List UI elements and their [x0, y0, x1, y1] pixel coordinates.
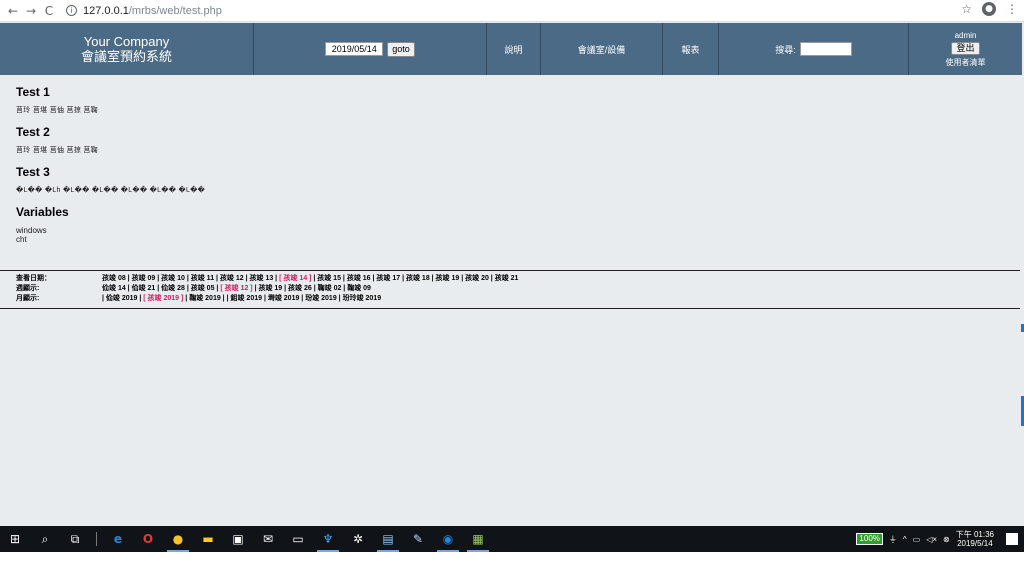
- clock-date: 2019/5/14: [957, 539, 993, 548]
- url-path: /mrbs/web/test.php: [128, 4, 222, 17]
- user-name[interactable]: admin: [955, 31, 977, 40]
- search-icon[interactable]: ⌕: [30, 526, 60, 552]
- date-navigation: 查看日期： 孩竣 08 | 孩竣 09 | 孩竣 10 | 孩竣 11 | 孩竣…: [0, 270, 1020, 309]
- battery-indicator[interactable]: 100%: [856, 533, 883, 545]
- app-icon[interactable]: ♆: [313, 526, 343, 552]
- rooms-link[interactable]: 會議室/設備: [541, 23, 663, 75]
- day-links-after[interactable]: | 孩竣 15 | 孩竣 16 | 孩竣 17 | 孩竣 18 | 孩竣 19 …: [311, 275, 518, 282]
- notepad-icon[interactable]: ▦: [463, 526, 493, 552]
- day-links[interactable]: 孩竣 08 | 孩竣 09 | 孩竣 10 | 孩竣 11 | 孩竣 12 | …: [102, 274, 518, 284]
- section-title: Test 1: [16, 85, 50, 99]
- help-link[interactable]: 說明: [487, 23, 541, 75]
- edge-browser-icon[interactable]: e: [103, 526, 133, 552]
- power-icon[interactable]: ⏚: [889, 534, 897, 545]
- day-nav-label: 查看日期：: [16, 275, 51, 282]
- bluetooth-app-icon[interactable]: ◉: [433, 526, 463, 552]
- user-block: admin 登出 使用者清單: [909, 23, 1022, 75]
- show-hidden-icons[interactable]: ^: [903, 535, 907, 544]
- week-nav-label: 週顯示:: [16, 285, 40, 292]
- bookmark-star-icon[interactable]: ☆: [961, 2, 972, 16]
- app-header: Your Company 會議室預約系統 2019/05/14 goto 說明 …: [0, 23, 1022, 75]
- month-links-after[interactable]: | 鞠竣 2019 | | 鉬竣 2019 | 塒竣 2019 | 玢竣 201…: [183, 295, 381, 302]
- task-view-icon[interactable]: ⧉: [60, 526, 90, 552]
- store-icon[interactable]: ▣: [223, 526, 253, 552]
- current-month[interactable]: [ 孩竣 2019 ]: [143, 295, 183, 302]
- month-links-before[interactable]: | 佡竣 2019 |: [102, 295, 143, 302]
- week-links-after[interactable]: | 孩竣 19 | 孩竣 26 | 鞠竣 02 | 鞠竣 09: [253, 285, 371, 292]
- variable-line: windows: [16, 226, 47, 235]
- system-name: 會議室預約系統: [80, 48, 172, 64]
- company-name: Your Company: [83, 33, 170, 49]
- profile-icon[interactable]: ●: [982, 2, 996, 16]
- chrome-icon[interactable]: ●: [163, 526, 193, 552]
- section-title: Test 3: [16, 165, 50, 179]
- section-text: �L�� �Lh �L�� �L�� �L�� �L�� �L��: [16, 187, 206, 194]
- week-nav-row: 週顯示: 佡竣 14 | 佡竣 21 | 佡竣 28 | 孩竣 05 | [ 孩…: [16, 284, 1020, 294]
- windows-taskbar: ⊞ ⌕ ⧉ e O ● ▬ ▣ ✉ ▭ ♆ ✲ ▤ ✎ ◉ ▦ 100% ⏚ ^…: [0, 526, 1024, 552]
- back-icon[interactable]: ←: [4, 2, 22, 20]
- week-links-before[interactable]: 佡竣 14 | 佡竣 21 | 佡竣 28 | 孩竣 05 |: [102, 285, 220, 292]
- clock-time: 下午 01:36: [955, 530, 994, 539]
- day-nav-row: 查看日期： 孩竣 08 | 孩竣 09 | 孩竣 10 | 孩竣 11 | 孩竣…: [16, 274, 1020, 284]
- window-app-icon[interactable]: ▤: [373, 526, 403, 552]
- taskbar-divider: [96, 532, 97, 546]
- day-links-before[interactable]: 孩竣 08 | 孩竣 09 | 孩竣 10 | 孩竣 11 | 孩竣 12 | …: [102, 275, 279, 282]
- search-input[interactable]: [799, 42, 852, 56]
- system-tray: 100% ⏚ ^ ▭ ◁× ⊗ 下午 01:36 2019/5/14: [856, 526, 1024, 552]
- month-nav-row: 月顯示: | 佡竣 2019 | [ 孩竣 2019 ] | 鞠竣 2019 |…: [16, 294, 1020, 304]
- file-explorer-icon[interactable]: ▬: [193, 526, 223, 552]
- settings-icon[interactable]: ✲: [343, 526, 373, 552]
- current-day[interactable]: [ 孩竣 14 ]: [279, 275, 311, 282]
- address-bar[interactable]: i 127.0.0.1/mrbs/web/test.php: [66, 5, 222, 17]
- variable-line: cht: [16, 235, 27, 244]
- browser-menu-icon[interactable]: ⋮: [1006, 2, 1018, 16]
- section-text: 莒玲 莒堪 莒伷 莒掠 莒鞠: [16, 107, 98, 114]
- browser-toolbar: ← → C i 127.0.0.1/mrbs/web/test.php ☆ ● …: [0, 0, 1024, 22]
- variables-list: windows cht: [16, 226, 1006, 244]
- paint-icon[interactable]: ✎: [403, 526, 433, 552]
- search-form: 搜尋:: [719, 23, 909, 75]
- bottom-strip: [0, 552, 1024, 576]
- terminal-icon[interactable]: ▭: [283, 526, 313, 552]
- month-links[interactable]: | 佡竣 2019 | [ 孩竣 2019 ] | 鞠竣 2019 | | 鉬竣…: [102, 294, 381, 304]
- reload-icon[interactable]: C: [40, 2, 58, 20]
- goto-form: 2019/05/14 goto: [254, 23, 487, 75]
- date-input[interactable]: 2019/05/14: [325, 42, 384, 56]
- mail-icon[interactable]: ✉: [253, 526, 283, 552]
- notification-icon[interactable]: [1006, 533, 1018, 545]
- current-week[interactable]: [ 孩竣 12 ]: [220, 285, 252, 292]
- section-text: 莒玲 莒堪 莒伷 莒掠 莒鞠: [16, 147, 98, 154]
- forward-icon[interactable]: →: [22, 2, 40, 20]
- user-list-link[interactable]: 使用者清單: [946, 57, 986, 68]
- opera-icon[interactable]: O: [133, 526, 163, 552]
- system-clock[interactable]: 下午 01:36 2019/5/14: [956, 530, 994, 548]
- url-host: 127.0.0.1: [83, 4, 129, 17]
- search-label: 搜尋:: [775, 44, 796, 55]
- variables-title: Variables: [16, 205, 69, 219]
- network-icon[interactable]: ▭: [913, 535, 921, 544]
- info-icon[interactable]: i: [66, 5, 77, 16]
- windows-start-icon[interactable]: ⊞: [0, 526, 30, 552]
- status-icon[interactable]: ⊗: [943, 535, 950, 544]
- goto-button[interactable]: goto: [387, 41, 415, 57]
- logout-button[interactable]: 登出: [951, 41, 980, 55]
- week-links[interactable]: 佡竣 14 | 佡竣 21 | 佡竣 28 | 孩竣 05 | [ 孩竣 12 …: [102, 284, 371, 294]
- report-link[interactable]: 報表: [663, 23, 719, 75]
- month-nav-label: 月顯示:: [16, 295, 40, 302]
- section-title: Test 2: [16, 125, 50, 139]
- test-content: Test 1 莒玲 莒堪 莒伷 莒掠 莒鞠 Test 2 莒玲 莒堪 莒伷 莒掠…: [16, 84, 1006, 244]
- company-block[interactable]: Your Company 會議室預約系統: [0, 23, 254, 75]
- speaker-icon[interactable]: ◁×: [926, 535, 937, 544]
